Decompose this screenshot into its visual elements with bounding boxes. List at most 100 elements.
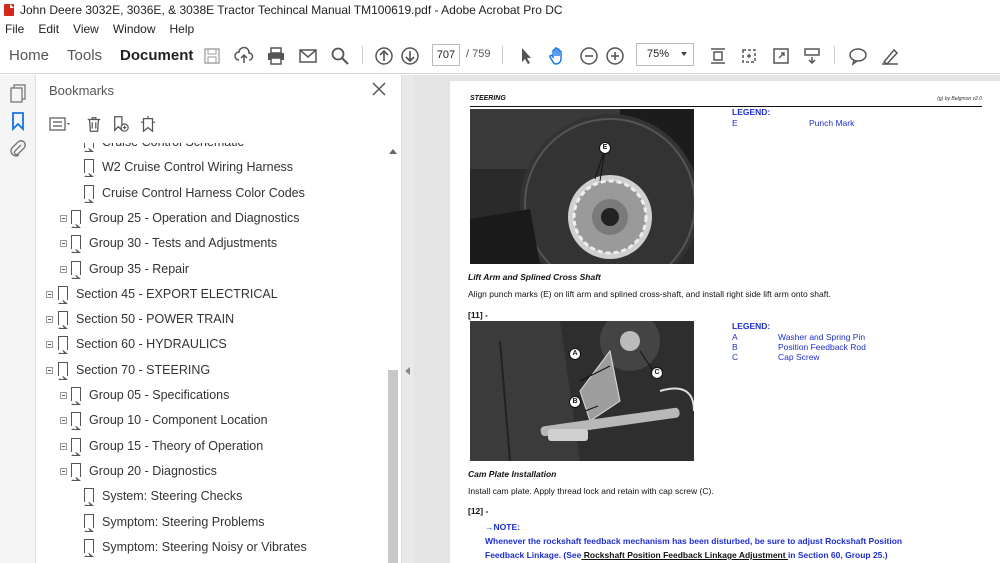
bookmark-label: System: Steering Checks [102,489,243,504]
select-cursor-icon[interactable] [514,44,538,68]
mail-icon[interactable] [296,44,320,68]
rotate-icon[interactable] [737,44,761,68]
callout-e: E [599,142,611,154]
bookmark-item[interactable]: Section 50 - POWER TRAIN [36,307,386,332]
note-link[interactable]: Rockshaft Position Feedback Linkage Adju… [581,550,788,560]
bookmark-item[interactable]: Group 05 - Specifications [36,383,386,408]
bookmark-item[interactable]: Group 35 - Repair [36,257,386,282]
bookmark-item[interactable]: Group 20 - Diagnostics [36,459,386,484]
bookmark-item[interactable]: W2 Cruise Control Wiring Harness [36,155,386,180]
bookmark-item[interactable]: Group 30 - Tests and Adjustments [36,231,386,256]
step-number: [11] - [468,310,488,320]
upload-cloud-icon[interactable] [232,44,256,68]
delete-icon[interactable] [81,113,107,135]
bookmark-item[interactable]: Section 70 - STEERING [36,358,386,383]
bookmarks-toolbar [48,111,162,137]
bookmark-icon [71,387,81,405]
note-text-end: in Section 60, Group 25.) [787,550,888,560]
new-bookmark-icon[interactable] [108,113,134,135]
figure-caption: Cam Plate Installation [468,469,557,479]
expand-toggle-icon[interactable] [46,316,53,324]
menu-view[interactable]: View [73,22,99,36]
comment-icon[interactable] [846,44,870,68]
expand-toggle-icon[interactable] [60,214,67,222]
bookmark-item[interactable]: Group 10 - Component Location [36,408,386,433]
bookmark-item[interactable]: Symptom: Steering Noisy or Vibrates [36,535,386,560]
bookmark-item[interactable]: System: Steering Checks [36,484,386,509]
callout-c: C [651,367,663,379]
bookmark-item[interactable]: Group 15 - Theory of Operation [36,434,386,459]
toolbar-separator [502,46,503,64]
options-menu-icon[interactable] [48,113,74,135]
menu-help[interactable]: Help [170,22,195,36]
bookmark-icon [84,538,94,557]
bookmark-label: Group 15 - Theory of Operation [89,438,264,453]
collapse-panel-icon[interactable] [405,367,410,375]
next-page-icon[interactable] [398,44,422,68]
prev-page-icon[interactable] [372,44,396,68]
highlight-pen-icon[interactable] [878,44,902,68]
bookmark-icon [84,513,94,532]
print-icon[interactable] [264,44,288,68]
bookmarks-scrollbar[interactable] [386,75,400,563]
document-view[interactable]: STEERING (g) by Belgmon v2.0 E LEGEND: E… [414,75,1000,563]
search-icon[interactable] [328,44,352,68]
expand-toggle-icon[interactable] [46,341,53,349]
save-icon[interactable] [200,44,224,68]
scroll-up-icon[interactable] [389,149,397,154]
tab-tools[interactable]: Tools [58,38,111,74]
bookmark-item[interactable]: Section 60 - HYDRAULICS [36,332,386,357]
expand-toggle-icon[interactable] [46,366,53,374]
lift-arm-photo: E [470,109,694,264]
bookmark-item[interactable]: Symptom: Steering Problems [36,510,386,535]
tab-document[interactable]: Document [111,38,202,74]
page-number-input[interactable]: 707 [432,44,460,66]
full-screen-icon[interactable] [769,44,793,68]
bookmark-item[interactable]: Group 25 - Operation and Diagnostics [36,206,386,231]
expand-toggle-icon[interactable] [60,467,67,475]
zoom-select[interactable]: 75% [636,43,694,66]
bookmark-label: Group 30 - Tests and Adjustments [89,236,278,251]
bookmark-icon [84,488,94,507]
zoom-out-icon[interactable] [577,44,601,68]
bookmark-item[interactable]: Section 45 - EXPORT ELECTRICAL [36,282,386,307]
legend-text: Cap Screw [778,352,820,362]
bookmark-icon [71,437,81,456]
page-thumbnails-icon[interactable] [8,83,28,103]
fit-page-icon[interactable] [706,44,730,68]
toolbar-separator [362,46,363,64]
legend-key: E [732,118,738,128]
attachment-icon[interactable] [8,139,28,159]
expand-toggle-icon[interactable] [60,265,67,273]
menu-edit[interactable]: Edit [38,22,59,36]
menu-bar: File Edit View Window Help [0,20,1000,38]
bookmark-icon [71,209,81,228]
expand-toggle-icon[interactable] [46,290,53,298]
expand-bookmark-icon[interactable] [135,113,161,135]
zoom-in-icon[interactable] [603,44,627,68]
expand-toggle-icon[interactable] [60,240,67,248]
bookmark-label: Cruise Control Harness Color Codes [102,185,305,200]
legend-key: C [732,352,739,362]
close-icon[interactable] [371,81,387,97]
header-credit: (g) by Belgmon v2.0 [937,96,982,102]
note-text: Whenever the rockshaft feedback mechanis… [485,536,903,546]
expand-toggle-icon[interactable] [60,442,67,450]
hand-tool-icon[interactable] [545,44,569,68]
bookmark-label: Symptom: Steering Problems [102,514,265,529]
expand-toggle-icon[interactable] [60,392,67,399]
expand-toggle-icon[interactable] [60,417,67,425]
bookmark-icon [58,311,68,330]
bookmark-icon[interactable] [8,111,28,132]
bookmark-item[interactable]: Cruise Control Harness Color Codes [36,181,386,206]
bookmark-icon [58,285,68,304]
scroll-mode-icon[interactable] [800,44,824,68]
panel-splitter[interactable] [402,75,414,563]
bookmark-item[interactable]: Cruise Control Schematic [36,143,386,155]
body-text: Align punch marks (E) on lift arm and sp… [468,289,831,299]
note-text-line2: Feedback Linkage. (See Rockshaft Positio… [485,550,888,560]
tab-home[interactable]: Home [0,38,58,74]
scrollbar-thumb[interactable] [388,370,398,563]
menu-file[interactable]: File [5,22,24,36]
menu-window[interactable]: Window [113,22,156,36]
